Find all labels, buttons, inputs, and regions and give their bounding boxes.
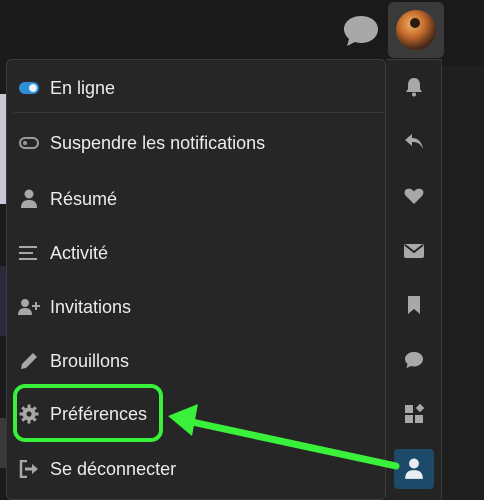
- annotation-arrow: [168, 404, 400, 470]
